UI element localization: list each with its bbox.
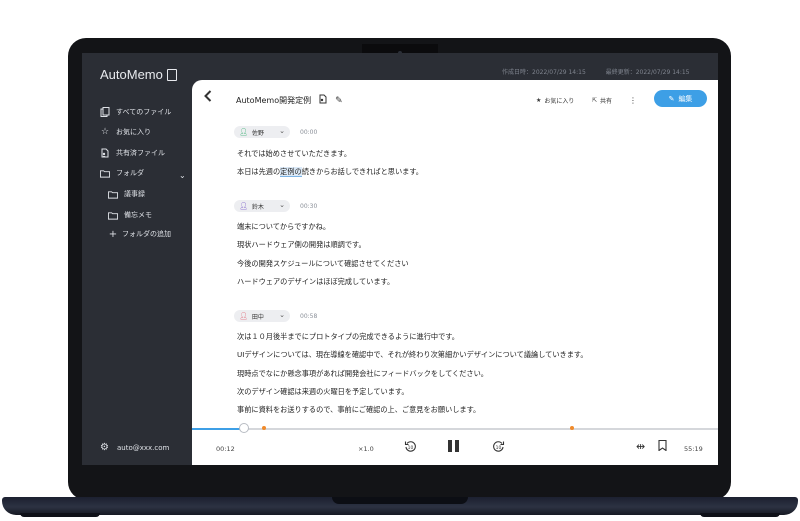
speaker-select[interactable]: 👤︎ 佐野 ⌄: [234, 126, 290, 138]
app-screen: AutoMemo すべてのファイル ☆ お気に入り 共有済ファイル フォルダ ⌄: [82, 53, 718, 465]
folder-icon: [108, 189, 118, 199]
sidebar-item-label: フォルダの追加: [122, 230, 171, 238]
created-timestamp: 作成日時：2022/07/29 14:15: [502, 69, 586, 76]
edit-button[interactable]: ✎ 編集: [654, 90, 707, 107]
sidebar-item-label: すべてのファイル: [116, 108, 172, 116]
file-stack-icon: [100, 107, 110, 117]
share-label: 共有: [600, 98, 613, 105]
sidebar-folder-memo[interactable]: 備忘メモ: [108, 210, 152, 220]
current-time: 00:12: [216, 445, 235, 453]
pencil-icon: ✎: [668, 94, 675, 103]
add-folder-button[interactable]: + フォルダの追加: [108, 228, 171, 240]
star-icon: ☆: [100, 127, 110, 137]
timeline-marker[interactable]: [570, 426, 574, 430]
file-timestamps: 作成日時：2022/07/29 14:15 最終更新：2022/07/29 14…: [502, 67, 707, 76]
sidebar-item-shared[interactable]: 共有済ファイル: [100, 148, 165, 158]
transcript-line[interactable]: 次のデザイン確認は来週の火曜日を予定しています。: [237, 387, 409, 397]
speaker-name: 田中: [251, 313, 264, 321]
person-icon: 👤︎: [239, 128, 248, 136]
logo-bag-icon: [166, 68, 177, 81]
transcript-line[interactable]: 本日は先週の定例の続きからお話しできればと思います。: [237, 167, 423, 177]
pause-button[interactable]: [448, 440, 460, 452]
sidebar: AutoMemo すべてのファイル ☆ お気に入り 共有済ファイル フォルダ ⌄: [82, 53, 192, 465]
share-button[interactable]: ⇱ 共有: [592, 96, 612, 105]
timeline-progress: [192, 428, 246, 430]
external-link-icon: ⇱: [592, 97, 598, 104]
shared-file-icon: [100, 148, 110, 158]
favorite-label: お気に入り: [544, 98, 575, 105]
audio-timeline[interactable]: [192, 428, 718, 430]
text-segment: 本日は先週の: [237, 167, 281, 176]
sidebar-item-favorites[interactable]: ☆ お気に入り: [100, 127, 151, 137]
plus-icon: +: [108, 228, 118, 240]
laptop-foot-left: [20, 513, 100, 517]
updated-timestamp: 最終更新：2022/07/29 14:15: [605, 69, 690, 76]
user-email: auto@xxx.com: [116, 443, 170, 452]
text-segment: 続きからお話しできればと思います。: [301, 167, 423, 176]
document-title: AutoMemo開発定例: [236, 96, 312, 105]
playback-speed[interactable]: ×1.0: [358, 445, 374, 453]
page-title: AutoMemo開発定例 ✎: [236, 94, 343, 107]
sidebar-item-folders[interactable]: フォルダ: [100, 168, 144, 178]
gear-icon[interactable]: ⚙: [100, 442, 109, 453]
highlighted-word[interactable]: 定例の: [280, 167, 302, 177]
sidebar-item-label: フォルダ: [116, 169, 144, 177]
transcript-line[interactable]: 次は１０月後半までにプロトタイプの完成できるように進行中です。: [237, 332, 459, 342]
app-logo[interactable]: AutoMemo: [100, 67, 177, 82]
shared-file-icon[interactable]: [318, 94, 328, 107]
speaker-name: 佐野: [251, 129, 264, 137]
timeline-marker[interactable]: [262, 426, 266, 430]
total-duration: 55:19: [684, 445, 703, 453]
speaker-select[interactable]: 👤︎ 鈴木 ⌄: [234, 200, 290, 212]
rewind-10-icon[interactable]: 10: [404, 440, 417, 456]
more-menu-icon[interactable]: ⋮: [629, 96, 637, 105]
transcript-line[interactable]: ハードウェアのデザインはほぼ完成しています。: [237, 277, 394, 287]
bookmark-icon[interactable]: [658, 439, 667, 454]
laptop-foot-right: [700, 513, 780, 517]
chevron-down-icon: ⌄: [279, 127, 285, 135]
sidebar-folder-minutes[interactable]: 議事録: [108, 189, 145, 199]
sidebar-item-label: 共有済ファイル: [116, 149, 165, 157]
svg-text:10: 10: [408, 445, 414, 451]
speaker-name: 鈴木: [251, 203, 264, 211]
main-panel: AutoMemo開発定例 ✎ ★ お気に入り ⇱ 共有 ⋮ ✎ 編集 👤︎ 佐野…: [192, 80, 718, 465]
sidebar-item-all-files[interactable]: すべてのファイル: [100, 107, 171, 117]
folder-icon: [108, 210, 118, 220]
edit-label: 編集: [678, 94, 693, 103]
sidebar-item-label: 議事録: [124, 190, 145, 198]
segment-time: 00:00: [300, 129, 318, 136]
forward-10-icon[interactable]: 10: [492, 440, 505, 456]
sidebar-item-label: お気に入り: [116, 128, 151, 136]
transcript-line[interactable]: 現時点でなにか懸念事項があれば開発会社にフィードバックをしてください。: [237, 369, 488, 379]
laptop-base-notch: [332, 497, 468, 504]
user-account[interactable]: ⚙ auto@xxx.com: [100, 442, 169, 453]
person-icon: 👤︎: [239, 312, 248, 320]
transcript-line[interactable]: 端末についてからですかね。: [237, 222, 330, 232]
pencil-icon[interactable]: ✎: [335, 96, 343, 106]
sidebar-item-label: 備忘メモ: [124, 211, 152, 219]
speaker-select[interactable]: 👤︎ 田中 ⌄: [234, 310, 290, 322]
chevron-down-icon: ⌄: [279, 311, 285, 319]
star-filled-icon: ★: [536, 97, 542, 104]
logo-text: AutoMemo: [100, 67, 163, 82]
expand-horizontal-icon[interactable]: ⇹: [636, 440, 645, 453]
segment-time: 00:30: [300, 203, 318, 210]
timeline-scrubber-handle[interactable]: [239, 423, 249, 433]
transcript-line[interactable]: 事前に資料をお送りするので、事前にご確認の上、ご意見をお願いします。: [237, 405, 480, 415]
chevron-down-icon: ⌄: [279, 201, 285, 209]
person-icon: 👤︎: [239, 202, 248, 210]
folder-icon: [100, 168, 110, 178]
transcript-line[interactable]: それでは始めさせていただきます。: [237, 149, 351, 159]
favorite-button[interactable]: ★ お気に入り: [536, 96, 574, 105]
svg-text:10: 10: [496, 445, 502, 451]
transcript-line[interactable]: UIデザインについては、現在導線を確認中で、それが終わり次第細かいデザインについ…: [237, 350, 588, 360]
segment-time: 00:58: [300, 313, 318, 320]
transcript-line[interactable]: 今後の開発スケジュールについて確認させてください: [237, 259, 409, 269]
transcript-line[interactable]: 現状ハードウェア側の開発は順調です。: [237, 240, 366, 250]
back-chevron-icon[interactable]: [204, 90, 212, 105]
chevron-down-icon[interactable]: ⌄: [179, 171, 186, 180]
